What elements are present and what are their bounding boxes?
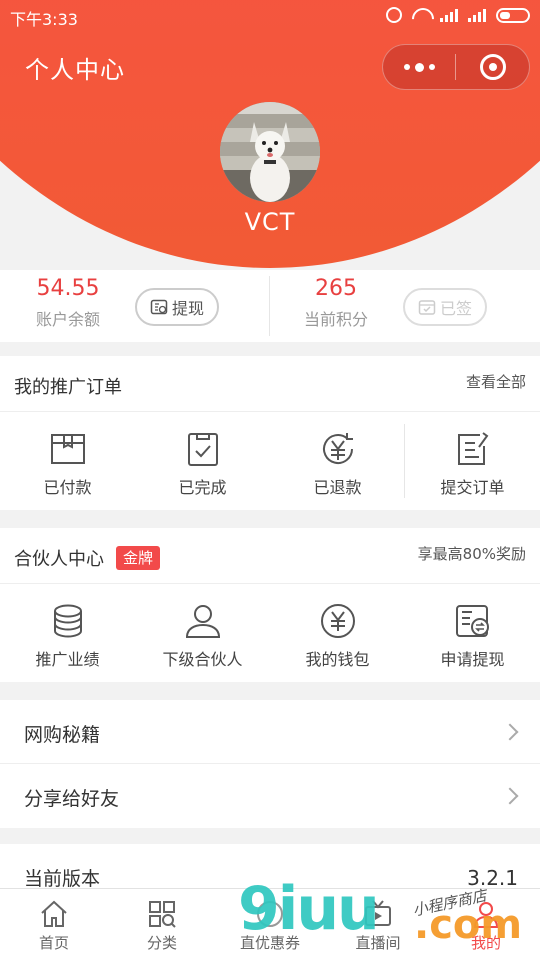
version-value: 3.2.1 <box>467 866 518 888</box>
calendar-check-icon <box>418 300 436 315</box>
order-refunded-label: 已退款 <box>313 478 362 497</box>
coupon-icon <box>257 901 283 927</box>
home-icon <box>41 900 67 927</box>
alarm-icon <box>386 7 402 23</box>
promotion-orders-card: 我的推广订单 查看全部 已付款 已完成 已退款 提交订单 <box>0 356 540 510</box>
version-row-inner: 当前版本 3.2.1 <box>0 844 540 888</box>
shopping-tips-label: 网购秘籍 <box>24 724 101 746</box>
yuan-refund-icon <box>322 433 353 464</box>
tab-home-label: 首页 <box>38 934 69 952</box>
submit-order-item[interactable]: 提交订单 <box>405 412 540 510</box>
version-label: 当前版本 <box>24 868 101 888</box>
clipboard-check-icon <box>187 433 218 466</box>
order-refunded-item[interactable]: 已退款 <box>270 412 405 510</box>
coin-stack-icon <box>53 604 82 638</box>
tab-category-label: 分类 <box>146 934 177 952</box>
order-paid-item[interactable]: 已付款 <box>0 412 135 510</box>
tab-home[interactable]: 首页 <box>0 889 108 960</box>
tab-coupons-label: 直优惠券 <box>239 934 300 952</box>
close-miniprogram-button[interactable] <box>456 45 529 89</box>
tv-icon <box>365 900 391 926</box>
order-paid-label: 已付款 <box>43 478 92 497</box>
battery-icon <box>496 7 530 23</box>
yuan-circle-icon <box>320 604 355 638</box>
tab-mine-label: 我的 <box>470 934 501 952</box>
promotion-performance-label: 推广业绩 <box>35 650 100 669</box>
dog-avatar-image <box>220 102 320 202</box>
profile-header: 下午3:33 个人中心 VCT <box>0 0 540 270</box>
balance-label: 账户余额 <box>35 310 100 329</box>
chevron-right-icon <box>501 723 519 741</box>
signed-in-button[interactable]: 已签 <box>403 288 487 326</box>
share-friends-label: 分享给好友 <box>24 788 120 810</box>
box-icon <box>50 434 85 464</box>
miniprogram-capsule <box>382 44 530 90</box>
withdraw-cash-icon <box>150 299 168 315</box>
apply-withdraw-label: 申请提现 <box>440 650 505 669</box>
tab-live-label: 直播间 <box>355 934 401 952</box>
tab-category[interactable]: 分类 <box>108 889 216 960</box>
submit-order-label: 提交订单 <box>440 478 505 497</box>
reward-promo-text: 享最高80%奖励 <box>417 545 526 563</box>
status-icons <box>386 7 530 23</box>
partner-grid: 推广业绩 下级合伙人 我的钱包 申请提现 <box>0 584 540 682</box>
more-dot-icon <box>428 64 435 70</box>
tab-live[interactable]: 直播间 <box>324 889 432 960</box>
orders-title: 我的推广订单 <box>14 377 122 398</box>
orders-grid: 已付款 已完成 已退款 提交订单 <box>0 412 540 510</box>
status-bar: 下午3:33 <box>0 0 540 32</box>
order-completed-item[interactable]: 已完成 <box>135 412 270 510</box>
more-menu-button[interactable] <box>383 45 455 89</box>
orders-grid-divider <box>404 424 405 498</box>
tab-mine[interactable]: 我的 <box>432 889 540 960</box>
promotion-performance-item[interactable]: 推广业绩 <box>0 584 135 682</box>
points-stat: 265 当前积分 已签 <box>270 270 540 342</box>
category-icon <box>149 901 176 928</box>
sub-partners-item[interactable]: 下级合伙人 <box>135 584 270 682</box>
username: VCT <box>244 208 296 236</box>
version-row: 当前版本 3.2.1 <box>0 844 540 888</box>
wifi-icon <box>412 8 430 22</box>
points-label: 当前积分 <box>303 310 368 329</box>
edit-document-icon <box>457 432 488 465</box>
links-list: 网购秘籍 分享给好友 <box>0 700 540 828</box>
signed-in-label: 已签 <box>439 299 472 318</box>
points-value: 265 <box>315 276 357 301</box>
shopping-tips-row[interactable]: 网购秘籍 <box>0 700 540 764</box>
account-stats: 54.55 账户余额 提现 265 当前积分 已签 <box>0 270 540 342</box>
partner-card-header: 合伙人中心 金牌 享最高80%奖励 <box>0 528 540 584</box>
withdraw-button[interactable]: 提现 <box>135 288 219 326</box>
view-all-orders-link[interactable]: 查看全部 <box>466 371 526 392</box>
bottom-tab-bar: 首页 分类 直优惠券 直播间 我的 <box>0 888 540 960</box>
apply-withdraw-item[interactable]: 申请提现 <box>405 584 540 682</box>
balance-value: 54.55 <box>36 276 100 301</box>
share-friends-row[interactable]: 分享给好友 <box>0 764 540 828</box>
balance-stat: 54.55 账户余额 提现 <box>0 270 269 342</box>
signal-icon-2 <box>468 8 486 22</box>
page-title: 个人中心 <box>25 56 125 84</box>
avatar[interactable] <box>220 102 320 202</box>
user-icon <box>185 605 220 638</box>
sub-partners-label: 下级合伙人 <box>162 650 243 669</box>
signal-icon <box>440 8 458 22</box>
chevron-right-icon <box>501 787 519 805</box>
partner-center-card: 合伙人中心 金牌 享最高80%奖励 推广业绩 下级合伙人 我的钱包 申请提现 <box>0 528 540 682</box>
my-wallet-item[interactable]: 我的钱包 <box>270 584 405 682</box>
more-dot-icon <box>403 64 410 70</box>
order-completed-label: 已完成 <box>178 478 227 497</box>
withdraw-label: 提现 <box>171 299 204 318</box>
profile-icon <box>473 902 499 928</box>
my-wallet-label: 我的钱包 <box>305 650 370 669</box>
partner-title: 合伙人中心 <box>14 549 104 570</box>
status-time: 下午3:33 <box>10 10 78 29</box>
tab-coupons[interactable]: 直优惠券 <box>216 889 324 960</box>
orders-card-header: 我的推广订单 查看全部 <box>0 356 540 412</box>
gold-level-badge: 金牌 <box>116 546 161 570</box>
more-dot-icon <box>414 62 424 72</box>
withdraw-icon <box>455 605 489 637</box>
target-close-icon <box>479 54 506 80</box>
